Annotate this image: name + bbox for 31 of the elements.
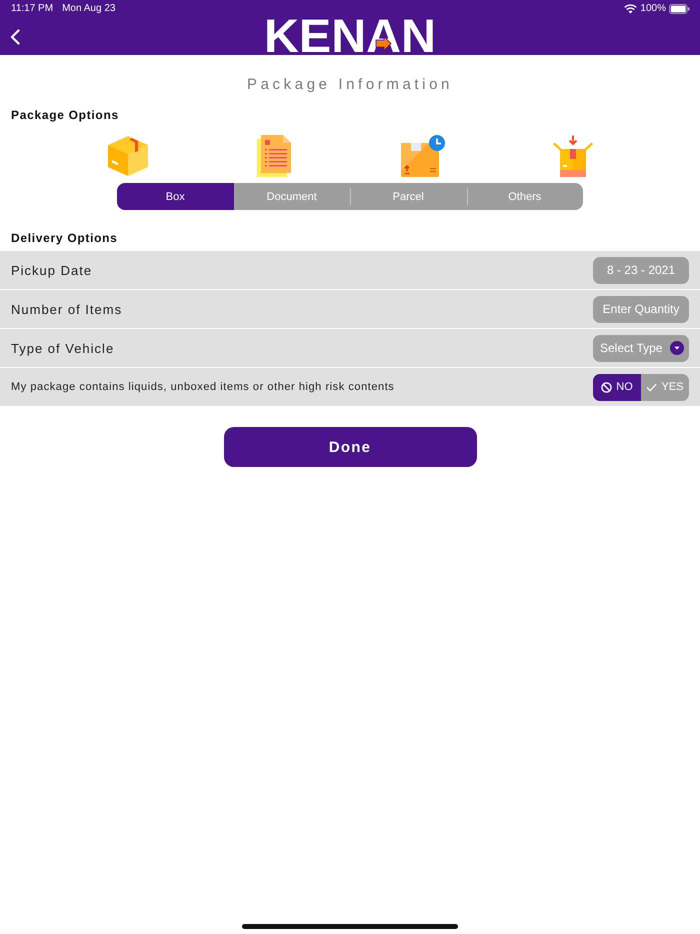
toggle-option[interactable]: NO xyxy=(593,374,641,400)
logo: KENAN xyxy=(264,17,436,53)
battery-percent: 100% xyxy=(640,3,666,15)
open-box-icon[interactable] xyxy=(553,135,593,177)
box-icon[interactable] xyxy=(107,135,149,177)
section-heading: Delivery Options xyxy=(11,230,118,246)
done-button[interactable]: Done xyxy=(224,427,476,467)
field-label: My package contains liquids, unboxed items or other high risk contents xyxy=(11,381,394,393)
wifi-icon xyxy=(624,4,638,14)
segment-tab[interactable]: Document xyxy=(234,183,350,210)
section-heading: Package Options xyxy=(11,107,119,123)
caret-down-icon xyxy=(670,341,684,355)
status-time: 11:17 PM xyxy=(11,3,54,15)
page-title: Package Information xyxy=(247,75,453,95)
toggle-option[interactable]: YES xyxy=(641,374,689,400)
parcel-clock-icon[interactable] xyxy=(401,135,445,177)
field-label: Pickup Date xyxy=(11,262,92,278)
segment-tab[interactable]: Parcel xyxy=(350,183,466,210)
battery-icon xyxy=(669,4,690,14)
segment-tab[interactable]: Others xyxy=(466,183,583,210)
segment-tab[interactable]: Box xyxy=(117,183,234,210)
status-date: Mon Aug 23 xyxy=(62,3,116,15)
quantity-field[interactable]: Enter Quantity xyxy=(593,296,689,322)
field-label: Number of Items xyxy=(11,302,122,316)
document-icon[interactable] xyxy=(257,135,293,177)
vehicle-dropdown[interactable]: Select Type xyxy=(593,334,689,362)
field-label: Type of Vehicle xyxy=(11,340,114,356)
check-icon xyxy=(646,382,658,392)
back-icon[interactable] xyxy=(10,28,20,44)
ban-icon xyxy=(601,382,612,392)
date-button[interactable]: 8 - 23 - 2021 xyxy=(593,256,689,284)
